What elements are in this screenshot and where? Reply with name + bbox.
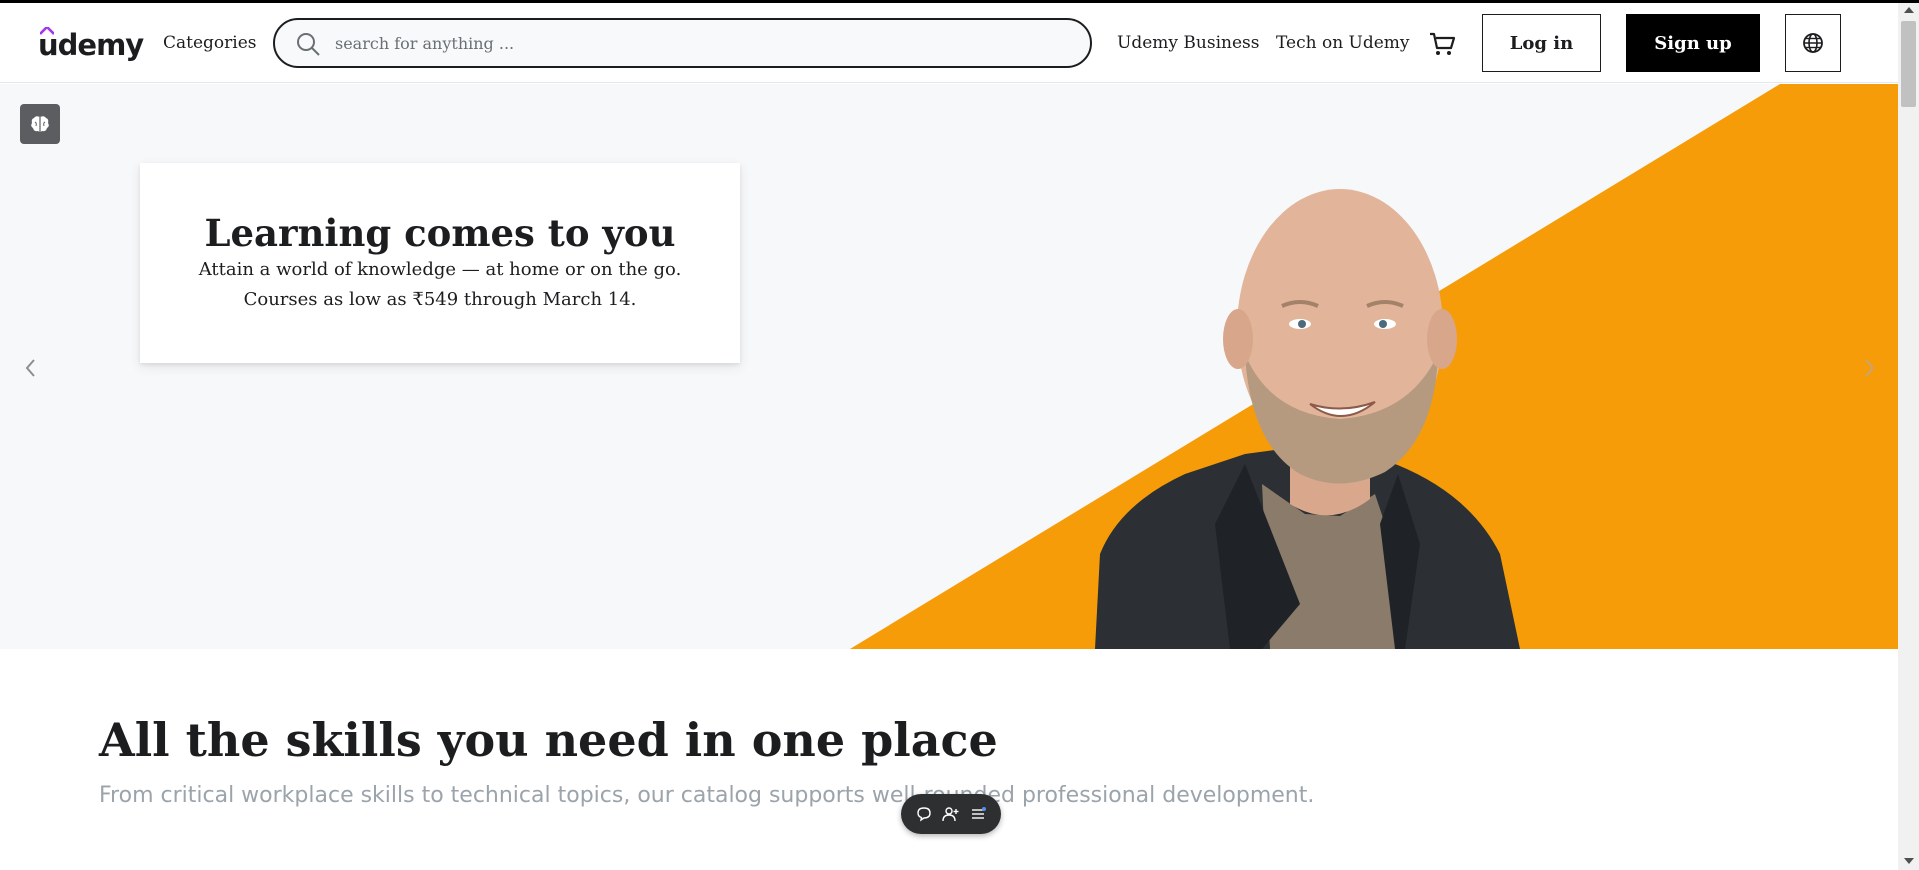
add-user-icon[interactable] — [941, 804, 961, 824]
teach-on-udemy-link[interactable]: Tech on Udemy — [1276, 33, 1410, 53]
categories-menu[interactable]: Categories — [163, 33, 257, 53]
signup-button[interactable]: Sign up — [1626, 14, 1760, 72]
globe-icon — [1803, 33, 1823, 53]
login-button[interactable]: Log in — [1482, 14, 1601, 72]
hero-title: Learning comes to you — [204, 211, 676, 255]
chevron-left-icon[interactable] — [20, 354, 40, 382]
scroll-thumb[interactable] — [1901, 21, 1916, 107]
udemy-logo[interactable]: udemy — [38, 23, 144, 63]
site-header: udemy Categories Udemy Business Tech on … — [0, 3, 1898, 83]
skills-subheading: From critical workplace skills to techni… — [99, 783, 1315, 808]
page-scrollbar[interactable] — [1898, 3, 1919, 870]
scroll-down-arrow[interactable] — [1904, 858, 1914, 864]
search-icon[interactable] — [295, 31, 321, 57]
chat-icon[interactable] — [914, 804, 934, 824]
scroll-up-arrow[interactable] — [1904, 7, 1914, 13]
logo-hat-icon — [40, 27, 54, 35]
hero-subtitle: Attain a world of knowledge — at home or… — [198, 259, 682, 310]
search-bar[interactable] — [273, 18, 1092, 68]
brain-icon[interactable] — [20, 104, 60, 144]
cart-icon[interactable] — [1428, 30, 1456, 58]
udemy-business-link[interactable]: Udemy Business — [1117, 33, 1259, 53]
list-icon[interactable] — [968, 804, 988, 824]
skills-heading: All the skills you need in one place — [99, 713, 998, 767]
hero-card: Learning comes to you Attain a world of … — [140, 163, 740, 363]
floating-toolbar — [901, 794, 1001, 834]
search-input[interactable] — [335, 30, 1055, 56]
chevron-right-icon[interactable] — [1860, 354, 1880, 382]
hero-banner: Learning comes to you Attain a world of … — [0, 84, 1898, 649]
language-button[interactable] — [1785, 14, 1841, 72]
